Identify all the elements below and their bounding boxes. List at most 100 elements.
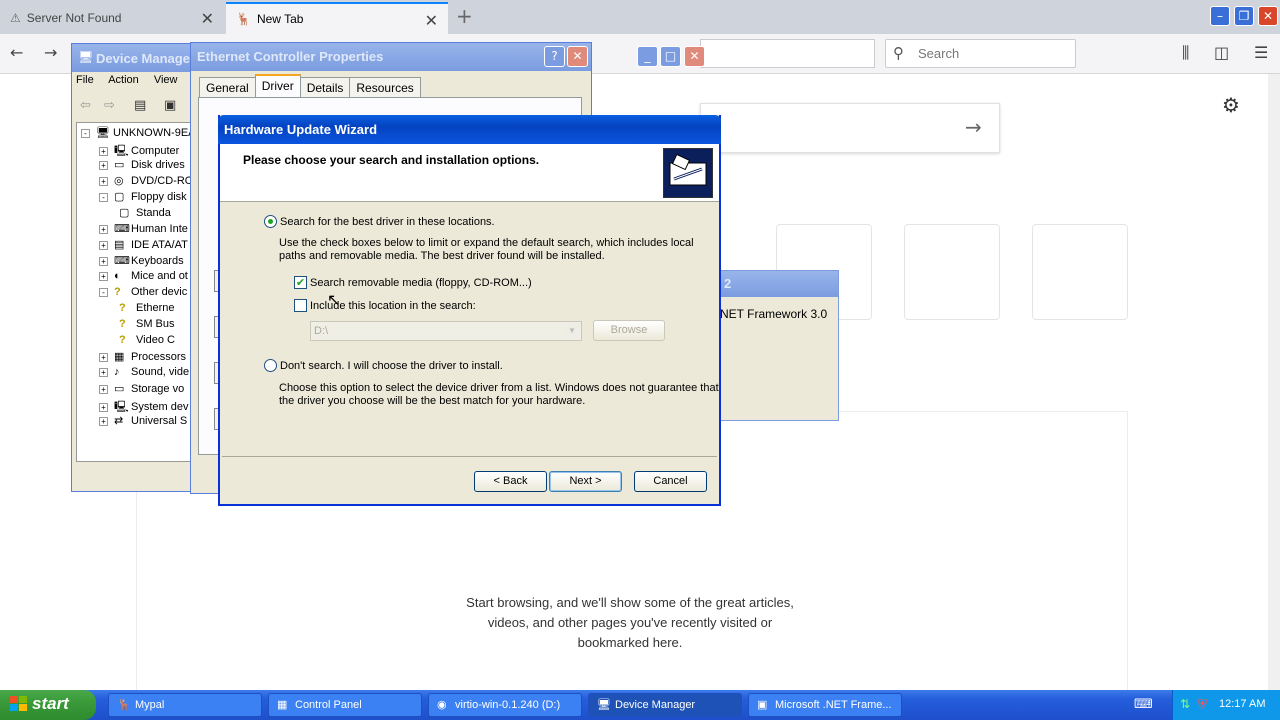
help-button[interactable]: ? bbox=[544, 46, 565, 67]
tree-item[interactable]: + 🖳 System dev bbox=[99, 398, 188, 414]
close-tab-icon[interactable]: ✕ bbox=[425, 11, 438, 31]
expand-icon[interactable]: + bbox=[99, 272, 108, 281]
close-button[interactable]: ✕ bbox=[684, 46, 705, 67]
taskbar-item-mypal[interactable]: 🦌 Mypal bbox=[108, 693, 262, 717]
tree-item[interactable]: + ◎ DVD/CD-RO bbox=[99, 174, 193, 190]
removable-media-label[interactable]: Search removable media (floppy, CD-ROM..… bbox=[310, 277, 532, 290]
tree-item[interactable]: + ⇄ Universal S bbox=[99, 414, 187, 430]
forward-arrow-icon[interactable]: → bbox=[44, 43, 57, 62]
chevron-down-icon[interactable]: ▼ bbox=[564, 323, 580, 339]
close-window-button[interactable]: ✕ bbox=[1258, 6, 1278, 26]
back-icon[interactable]: ⇦ bbox=[80, 98, 91, 113]
tree-item[interactable]: + ▤ IDE ATA/AT bbox=[99, 238, 188, 254]
properties-icon[interactable]: ▤ bbox=[134, 98, 146, 113]
gear-icon[interactable]: ⚙ bbox=[1222, 93, 1240, 117]
menu-file[interactable]: File bbox=[76, 74, 94, 86]
menu-icon[interactable]: ☰ bbox=[1254, 43, 1268, 62]
sidebar-icon[interactable]: ◫ bbox=[1214, 43, 1229, 62]
go-arrow-icon[interactable]: → bbox=[965, 115, 982, 139]
dont-search-radio[interactable] bbox=[264, 359, 277, 372]
taskbar-item-net-framework[interactable]: ▣ Microsoft .NET Frame... bbox=[748, 693, 902, 717]
minimize-button[interactable]: – bbox=[1210, 6, 1230, 26]
network-icon[interactable]: ⇅ bbox=[1180, 697, 1190, 711]
back-button[interactable]: < Back bbox=[474, 471, 547, 492]
forward-icon[interactable]: ⇨ bbox=[104, 98, 115, 113]
security-shield-icon[interactable]: ⛨ bbox=[1198, 697, 1207, 712]
expand-icon[interactable]: + bbox=[99, 417, 108, 426]
tree-item[interactable]: + 🖳 Computer bbox=[99, 142, 179, 158]
content-search-box[interactable] bbox=[700, 103, 1000, 153]
tree-item-label: Universal S bbox=[131, 415, 188, 427]
device-tree[interactable]: - 🖥 UNKNOWN-9EA + 🖳 Computer + ▭ Disk drives + ◎ DV… bbox=[76, 122, 194, 462]
collapse-icon[interactable]: - bbox=[99, 288, 108, 297]
top-site-tile[interactable] bbox=[904, 224, 1000, 320]
tree-item[interactable]: + ▭ Storage vo bbox=[99, 382, 184, 398]
net-framework-titlebar[interactable]: 2 bbox=[716, 271, 838, 297]
cancel-button[interactable]: Cancel bbox=[634, 471, 707, 492]
close-button[interactable]: ✕ bbox=[567, 46, 588, 67]
tab-details[interactable]: Details bbox=[299, 77, 351, 97]
tree-item[interactable]: + ⌨Human Inte bbox=[99, 222, 188, 238]
menu-action[interactable]: Action bbox=[108, 74, 139, 86]
browse-button[interactable]: Browse bbox=[593, 320, 665, 341]
tree-item[interactable]: ▢ Standa bbox=[119, 206, 171, 222]
update-icon[interactable]: ▣ bbox=[164, 98, 176, 113]
close-tab-icon[interactable]: ✕ bbox=[201, 9, 214, 29]
tab-server-not-found[interactable]: ⚠ Server Not Found ✕ bbox=[0, 2, 224, 34]
search-option-label[interactable]: Search for the best driver in these loca… bbox=[280, 216, 495, 229]
scrollbar[interactable] bbox=[1268, 74, 1280, 690]
taskbar-item-device-manager[interactable]: 🖥 Device Manager bbox=[588, 693, 742, 717]
tab-label: Server Not Found bbox=[26, 11, 122, 25]
expand-icon[interactable]: + bbox=[99, 403, 108, 412]
collapse-icon[interactable]: - bbox=[99, 193, 108, 202]
tree-item[interactable]: + ⌨Keyboards bbox=[99, 254, 184, 270]
tree-item[interactable]: - 🖥 UNKNOWN-9EA bbox=[81, 126, 193, 142]
tree-item[interactable]: - ▢ Floppy disk bbox=[99, 190, 187, 206]
maximize-button[interactable]: □ bbox=[660, 46, 681, 67]
clock[interactable]: 12:17 AM bbox=[1219, 698, 1265, 710]
keyboard-icon[interactable]: ⌨ bbox=[1134, 697, 1153, 712]
location-combobox[interactable]: D:\ ▼ bbox=[310, 321, 582, 341]
expand-icon[interactable]: + bbox=[99, 257, 108, 266]
dont-search-label[interactable]: Don't search. I will choose the driver t… bbox=[280, 360, 503, 373]
tab-resources[interactable]: Resources bbox=[349, 77, 421, 97]
ethernet-properties-titlebar[interactable]: Ethernet Controller Properties bbox=[191, 43, 591, 71]
tab-new-tab[interactable]: 🦌 New Tab ✕ bbox=[226, 2, 448, 34]
tab-general[interactable]: General bbox=[199, 77, 256, 97]
collapse-icon[interactable]: - bbox=[81, 129, 90, 138]
taskbar-item-control-panel[interactable]: ▦ Control Panel bbox=[268, 693, 422, 717]
search-input[interactable]: Search bbox=[885, 39, 1076, 68]
expand-icon[interactable]: + bbox=[99, 177, 108, 186]
tree-item[interactable]: + ▭ Disk drives bbox=[99, 158, 185, 174]
minimize-button[interactable]: _ bbox=[637, 46, 658, 67]
tree-item[interactable]: + ♪ Sound, vide bbox=[99, 366, 189, 382]
removable-media-checkbox[interactable]: ✔ bbox=[294, 276, 307, 289]
tab-driver[interactable]: Driver bbox=[254, 74, 301, 97]
tree-item[interactable]: -? Other devic bbox=[99, 286, 187, 302]
taskbar-item-cd-drive[interactable]: ◉ virtio-win-0.1.240 (D:) bbox=[428, 693, 582, 717]
expand-icon[interactable]: + bbox=[99, 353, 108, 362]
tree-item[interactable]: + ◐ Mice and ot bbox=[99, 270, 188, 286]
tree-item[interactable]: ? Etherne bbox=[119, 302, 175, 318]
tree-item[interactable]: ? SM Bus bbox=[119, 318, 175, 334]
library-icon[interactable]: ⫼ bbox=[1182, 43, 1189, 63]
restore-button[interactable]: ❐ bbox=[1234, 6, 1254, 26]
url-bar[interactable] bbox=[700, 39, 875, 68]
top-site-tile[interactable] bbox=[1032, 224, 1128, 320]
expand-icon[interactable]: + bbox=[99, 368, 108, 377]
device-icon: ▦ bbox=[114, 351, 125, 363]
expand-icon[interactable]: + bbox=[99, 161, 108, 170]
next-button[interactable]: Next > bbox=[549, 471, 622, 492]
new-tab-button[interactable]: + bbox=[456, 4, 473, 28]
expand-icon[interactable]: + bbox=[99, 385, 108, 394]
expand-icon[interactable]: + bbox=[99, 147, 108, 156]
tree-item[interactable]: + ▦ Processors bbox=[99, 350, 186, 366]
expand-icon[interactable]: + bbox=[99, 241, 108, 250]
wizard-titlebar[interactable]: Hardware Update Wizard bbox=[218, 115, 721, 144]
search-option-radio[interactable] bbox=[264, 215, 277, 228]
tree-item[interactable]: ? Video C bbox=[119, 334, 175, 350]
back-arrow-icon[interactable]: ← bbox=[10, 43, 23, 62]
expand-icon[interactable]: + bbox=[99, 225, 108, 234]
menu-view[interactable]: View bbox=[154, 74, 178, 86]
include-location-checkbox[interactable] bbox=[294, 299, 307, 312]
